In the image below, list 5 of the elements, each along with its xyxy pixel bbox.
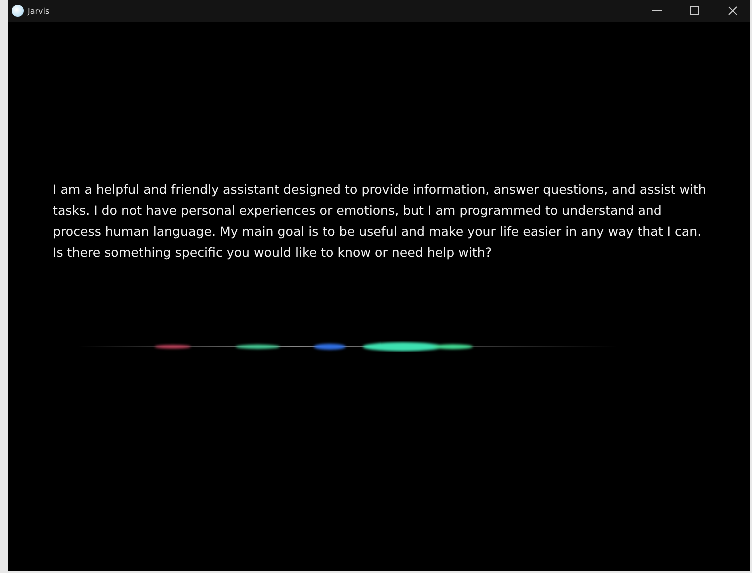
close-icon [728,6,738,16]
window-title: Jarvis [28,6,51,16]
app-logo-icon [12,5,24,17]
response-text: I am a helpful and friendly assistant designed to provide information, answer questions, and assist with tasks. I do not have personal experiences or emotions, but I am programmed to understand and process human language. My main goal is to be useful and make your life easier in any way that I can. Is there something specific you would like to know or need help with? [53,181,708,262]
maximize-icon [690,6,700,16]
